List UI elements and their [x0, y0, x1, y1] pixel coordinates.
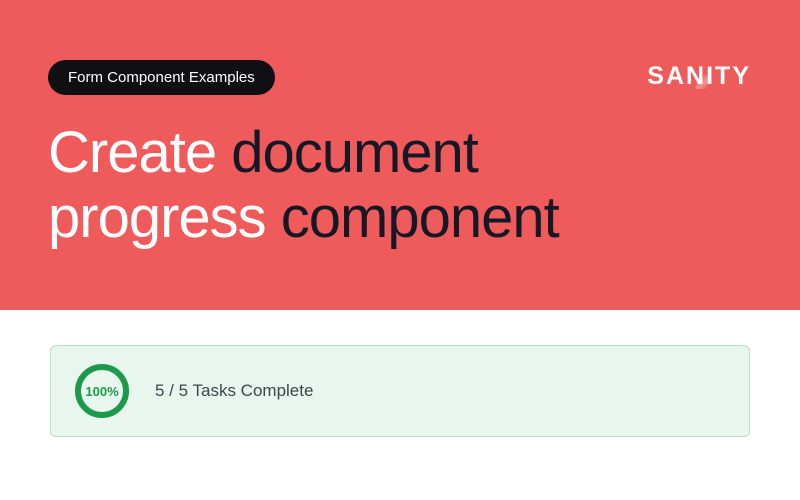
title-word: document	[231, 120, 478, 185]
progress-percent-label: 100%	[73, 362, 131, 420]
hero-banner: Form Component Examples S A N I T Y Crea…	[0, 0, 800, 310]
title-word: progress	[48, 185, 281, 250]
page-title: Create document progress component	[48, 121, 752, 251]
brand-char: N	[686, 62, 705, 91]
category-badge-label: Form Component Examples	[68, 69, 255, 86]
brand-char: T	[715, 62, 731, 91]
brand-char: I	[706, 62, 714, 91]
brand-logo: S A N I T Y	[647, 62, 750, 91]
category-badge: Form Component Examples	[48, 60, 275, 95]
brand-char: A	[666, 62, 685, 91]
title-word: component	[281, 185, 559, 250]
brand-char: Y	[732, 62, 750, 91]
brand-char: S	[647, 62, 665, 91]
progress-ring: 100%	[73, 362, 131, 420]
title-word: Create	[48, 120, 231, 185]
progress-card: 100% 5 / 5 Tasks Complete	[50, 345, 750, 437]
content-area: 100% 5 / 5 Tasks Complete	[0, 310, 800, 500]
progress-status-text: 5 / 5 Tasks Complete	[155, 381, 313, 401]
